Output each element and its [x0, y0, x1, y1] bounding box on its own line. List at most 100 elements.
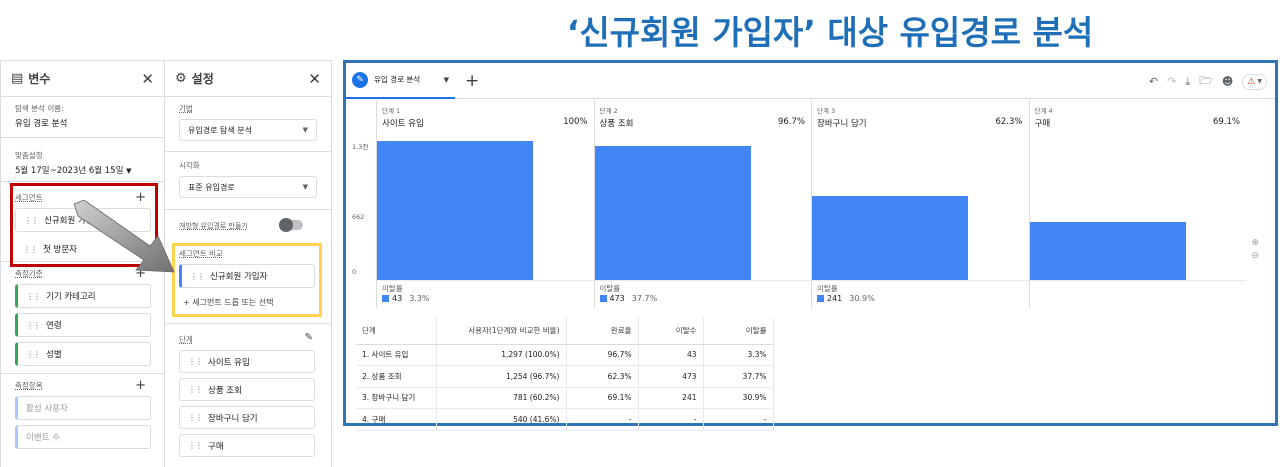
drag-handle-icon[interactable]: ⋮⋮ — [188, 385, 203, 394]
legend-swatch — [817, 295, 824, 302]
column-header[interactable]: 완료율 — [566, 317, 639, 345]
funnel-step: 단계 2 상품 조회 96.7% 이탈률 473 37.7% — [593, 100, 812, 308]
table-cell: 62.3% — [566, 365, 639, 388]
chevron-down-icon[interactable]: ▼ — [444, 76, 449, 84]
variables-icon: ▤ — [11, 71, 24, 86]
step-chip[interactable]: ⋮⋮ 장바구니 담기 — [179, 406, 315, 429]
table-cell: 2. 상품 조회 — [356, 365, 437, 388]
visualization-dropdown[interactable]: 표준 유입경로 ▼ — [179, 176, 317, 198]
table-cell: 30.9% — [703, 387, 774, 409]
column-header[interactable]: 이탈률 — [703, 317, 774, 345]
chevron-down-icon: ▼ — [302, 183, 308, 191]
y-tick-label: 662 — [352, 213, 365, 221]
date-range-text: 5월 17일~2023년 6월 15일 — [15, 166, 124, 176]
table-row: 3. 장바구니 담기 781 (60.2%) 69.1% 241 30.9% — [356, 387, 774, 409]
share-icon[interactable]: ☻ — [1222, 75, 1233, 88]
step-name: 장바구니 담기 — [817, 119, 867, 129]
chevron-down-icon: ▼ — [1257, 78, 1262, 85]
funnel-step: 단계 1 사이트 유입 100% 이탈률 43 3.3% — [376, 100, 594, 308]
pencil-icon: ✎ — [352, 71, 368, 88]
steps-section: 단계 ✎ ⋮⋮ 사이트 유입 ⋮⋮ 상품 조회 ⋮⋮ 장바구니 담기 ⋮⋮ 구매 — [165, 324, 331, 465]
open-funnel-toggle[interactable] — [279, 218, 303, 232]
table-cell: 3.3% — [703, 344, 774, 366]
warning-icon: ⚠ — [1247, 76, 1256, 87]
dropoff-value[interactable]: 241 30.9% — [817, 294, 875, 303]
column-header[interactable]: 단계 — [356, 317, 437, 345]
variables-header: ▤ 변수 ✕ — [1, 61, 164, 97]
add-metric-icon[interactable]: + — [135, 378, 146, 393]
dimension-chip[interactable]: ⋮⋮ 성별 — [15, 342, 151, 366]
add-tab-button[interactable]: + — [465, 71, 479, 91]
table-cell: 69.1% — [566, 387, 639, 409]
redo-icon[interactable]: ↷ — [1167, 75, 1176, 88]
dimension-chip-label: 연령 — [46, 321, 62, 331]
zoom-controls: ⊕ ⊖ — [1251, 237, 1259, 263]
step-name: 상품 조회 — [599, 119, 634, 129]
download-icon[interactable]: ⤓ — [1185, 75, 1190, 89]
dropoff-label: 이탈률 — [599, 284, 621, 293]
step-number: 단계 1 — [382, 107, 401, 115]
funnel-step: 단계 4 구매 69.1% — [1028, 100, 1247, 308]
step-name: 사이트 유입 — [382, 119, 424, 129]
tab-bar: ✎ 유입 경로 분석 ▼ + ↶ ↷ ⤓ 🗁 ☻ ⚠ ▼ — [346, 63, 1275, 99]
step-chip[interactable]: ⋮⋮ 구매 — [179, 434, 315, 457]
zoom-in-icon[interactable]: ⊕ — [1251, 237, 1259, 250]
dropoff-value[interactable]: 473 37.7% — [599, 294, 657, 303]
funnel-bar[interactable] — [1029, 222, 1186, 280]
exploration-name-label: 탐색 분석 이름: — [15, 104, 64, 113]
column-header[interactable]: 사용자(1단계와 비교한 비율) — [436, 317, 567, 345]
dropoff-rate: 3.3% — [409, 294, 430, 303]
undo-icon[interactable]: ↶ — [1149, 75, 1158, 88]
step-percent: 96.7% — [777, 117, 805, 127]
funnel-bar[interactable] — [812, 196, 968, 280]
metrics-section: 측정항목 + 활성 사용자 이벤트 수 — [1, 374, 164, 457]
column-header[interactable]: 이탈수 — [638, 317, 704, 345]
drag-handle-icon[interactable]: ⋮⋮ — [26, 321, 41, 330]
y-tick-label: 0 — [352, 268, 357, 276]
drag-handle-icon[interactable]: ⋮⋮ — [188, 441, 203, 450]
drag-handle-icon[interactable]: ⋮⋮ — [26, 292, 41, 301]
close-icon[interactable]: ✕ — [308, 70, 321, 88]
legend-swatch — [599, 295, 607, 302]
step-chip[interactable]: ⋮⋮ 상품 조회 — [179, 378, 315, 401]
step-chip[interactable]: ⋮⋮ 사이트 유입 — [179, 350, 315, 373]
warning-menu-button[interactable]: ⚠ ▼ — [1242, 73, 1267, 90]
metric-chip[interactable]: 활성 사용자 — [15, 396, 151, 420]
edit-steps-icon[interactable]: ✎ — [305, 332, 313, 343]
dimension-chip[interactable]: ⋮⋮ 연령 — [15, 313, 151, 337]
technique-dropdown[interactable]: 유입경로 탐색 분석 ▼ — [179, 119, 317, 141]
dropoff-label: 이탈률 — [382, 284, 403, 293]
step-percent: 69.1% — [1212, 117, 1240, 127]
exploration-name-field[interactable]: 유입 경로 분석 — [15, 117, 150, 129]
metrics-label: 측정항목 — [15, 381, 43, 390]
date-label: 맞춤설정 — [15, 151, 43, 160]
drag-handle-icon[interactable]: ⋮⋮ — [26, 350, 41, 359]
table-cell: 96.7% — [566, 344, 639, 366]
close-icon[interactable]: ✕ — [141, 70, 154, 88]
drag-handle-icon[interactable]: ⋮⋮ — [188, 357, 203, 366]
funnel-step: 단계 3 장바구니 담기 62.3% 이탈률 241 30.9% — [811, 100, 1029, 308]
table-cell: 473 — [638, 365, 704, 388]
steps-label: 단계 — [179, 335, 193, 344]
table-row: 2. 상품 조회 1,254 (96.7%) 62.3% 473 37.7% — [356, 365, 774, 388]
chevron-down-icon: ▼ — [126, 167, 132, 175]
y-tick-label: 1.3천 — [352, 143, 369, 151]
date-range-selector[interactable]: 5월 17일~2023년 6월 15일 ▼ — [15, 164, 150, 176]
step-number: 단계 4 — [1034, 107, 1053, 115]
drag-arrow-icon — [73, 200, 175, 273]
funnel-steps: 단계 1 사이트 유입 100% 이탈률 43 3.3% 단계 2 상품 조회 96.7% 이탈률… — [376, 100, 1246, 308]
drag-handle-icon[interactable]: ⋮⋮ — [188, 413, 203, 422]
dropoff-value[interactable]: 43 3.3% — [382, 294, 430, 303]
metric-chip-label: 이벤트 수 — [26, 433, 60, 443]
metric-chip[interactable]: 이벤트 수 — [15, 425, 151, 449]
step-percent: 62.3% — [995, 117, 1023, 127]
table-cell: - — [566, 408, 639, 431]
zoom-out-icon[interactable]: ⊖ — [1251, 250, 1259, 263]
table-cell: - — [638, 408, 704, 431]
funnel-bar[interactable] — [377, 141, 533, 280]
funnel-bar[interactable] — [594, 145, 751, 280]
folder-icon[interactable]: 🗁 — [1199, 72, 1213, 91]
tab-funnel-analysis[interactable]: ✎ 유입 경로 분석 ▼ — [346, 63, 455, 99]
step-number: 단계 2 — [599, 107, 618, 115]
dropoff-count: 43 — [392, 294, 403, 303]
